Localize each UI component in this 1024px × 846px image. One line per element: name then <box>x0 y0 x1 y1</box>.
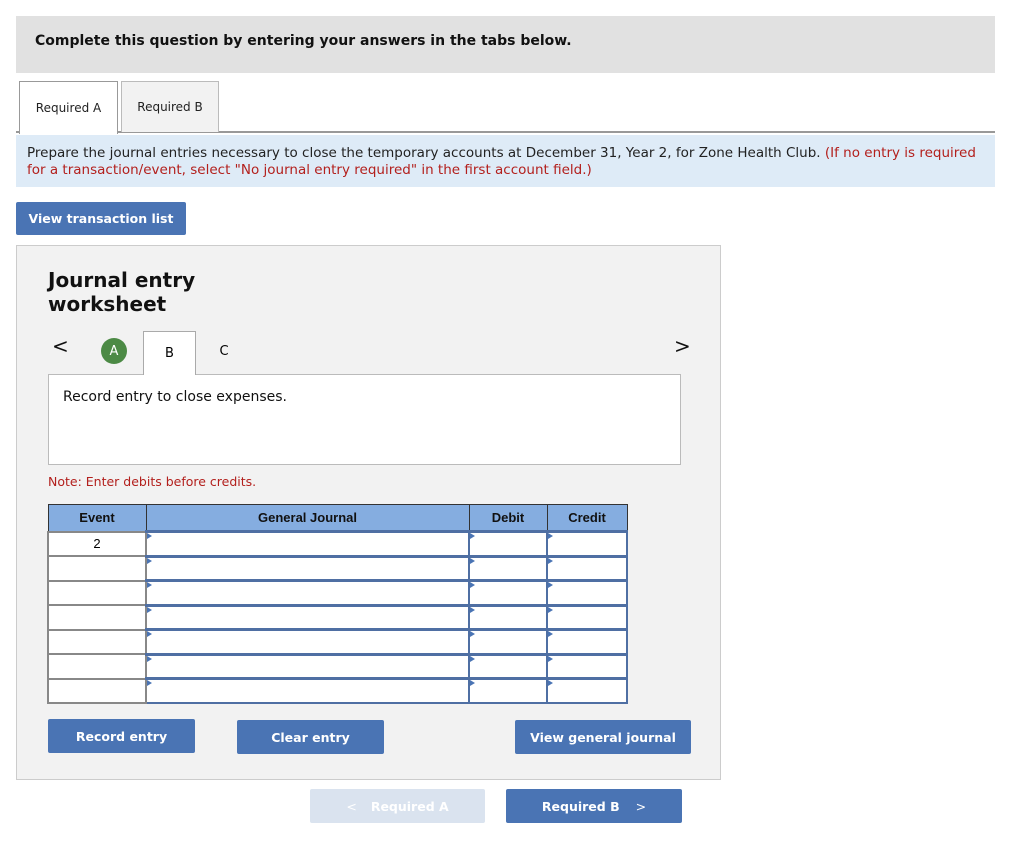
clear-entry-button[interactable]: Clear entry <box>237 720 384 754</box>
credit-input[interactable] <box>546 628 628 655</box>
next-entry-chevron-icon[interactable]: > <box>674 334 691 358</box>
header-event: Event <box>47 504 147 532</box>
chevron-left-icon: < <box>346 798 357 814</box>
event-cell <box>47 579 147 606</box>
step-b-current[interactable]: B <box>143 331 196 375</box>
instruction-banner: Complete this question by entering your … <box>16 16 995 73</box>
next-required-b-button[interactable]: Required B > <box>506 789 682 823</box>
account-input[interactable] <box>145 554 470 582</box>
debit-input[interactable] <box>468 628 548 655</box>
debit-input[interactable] <box>468 554 548 582</box>
account-input[interactable] <box>145 603 470 631</box>
step-c[interactable]: C <box>214 331 234 371</box>
header-credit: Credit <box>546 504 628 532</box>
debit-input[interactable] <box>468 652 548 680</box>
event-cell <box>47 653 147 680</box>
account-input[interactable] <box>145 677 470 704</box>
record-entry-button[interactable]: Record entry <box>48 719 195 753</box>
header-general-journal: General Journal <box>145 504 470 532</box>
debit-input[interactable] <box>468 530 548 557</box>
event-cell <box>47 604 147 631</box>
table-row <box>47 677 628 704</box>
view-transaction-list-button[interactable]: View transaction list <box>16 202 186 235</box>
question-prompt: Prepare the journal entries necessary to… <box>16 135 995 187</box>
account-input[interactable] <box>145 652 470 680</box>
credit-input[interactable] <box>546 530 628 557</box>
account-input[interactable] <box>145 530 470 557</box>
requirement-tabs: Required A Required B <box>16 81 995 134</box>
table-row <box>47 628 628 655</box>
journal-entry-worksheet: Journal entry worksheet < A B C > Record… <box>16 245 721 780</box>
prev-required-label: Required A <box>370 798 449 814</box>
prev-entry-chevron-icon[interactable]: < <box>52 334 69 358</box>
view-general-journal-button[interactable]: View general journal <box>515 720 691 754</box>
account-input[interactable] <box>145 579 470 606</box>
credit-input[interactable] <box>546 579 628 606</box>
table-row <box>47 652 628 680</box>
event-cell <box>47 555 147 582</box>
table-row: 2 <box>47 530 628 557</box>
instruction-text: Complete this question by entering your … <box>35 33 572 49</box>
table-row <box>47 579 628 606</box>
worksheet-title: Journal entry worksheet <box>48 268 196 316</box>
tab-required-a[interactable]: Required A <box>19 81 118 134</box>
next-required-label: Required B <box>541 798 620 814</box>
credit-input[interactable] <box>546 677 628 704</box>
event-cell <box>47 677 147 704</box>
debit-input[interactable] <box>468 579 548 606</box>
prompt-text: Prepare the journal entries necessary to… <box>27 145 821 161</box>
step-a-completed[interactable]: A <box>101 338 127 364</box>
credit-input[interactable] <box>546 652 628 680</box>
debit-input[interactable] <box>468 677 548 704</box>
prev-required-a-button[interactable]: < Required A <box>310 789 485 823</box>
event-cell <box>47 628 147 655</box>
entry-description: Record entry to close expenses. <box>48 374 681 465</box>
debit-input[interactable] <box>468 603 548 631</box>
debits-credits-note: Note: Enter debits before credits. <box>48 474 257 489</box>
event-cell: 2 <box>47 530 147 557</box>
credit-input[interactable] <box>546 554 628 582</box>
journal-table: Event General Journal Debit Credit 2 <box>47 504 628 704</box>
account-input[interactable] <box>145 628 470 655</box>
tab-required-b[interactable]: Required B <box>121 81 219 132</box>
table-row <box>47 603 628 631</box>
credit-input[interactable] <box>546 603 628 631</box>
table-row <box>47 554 628 582</box>
chevron-right-icon: > <box>635 798 647 814</box>
header-debit: Debit <box>468 504 548 532</box>
